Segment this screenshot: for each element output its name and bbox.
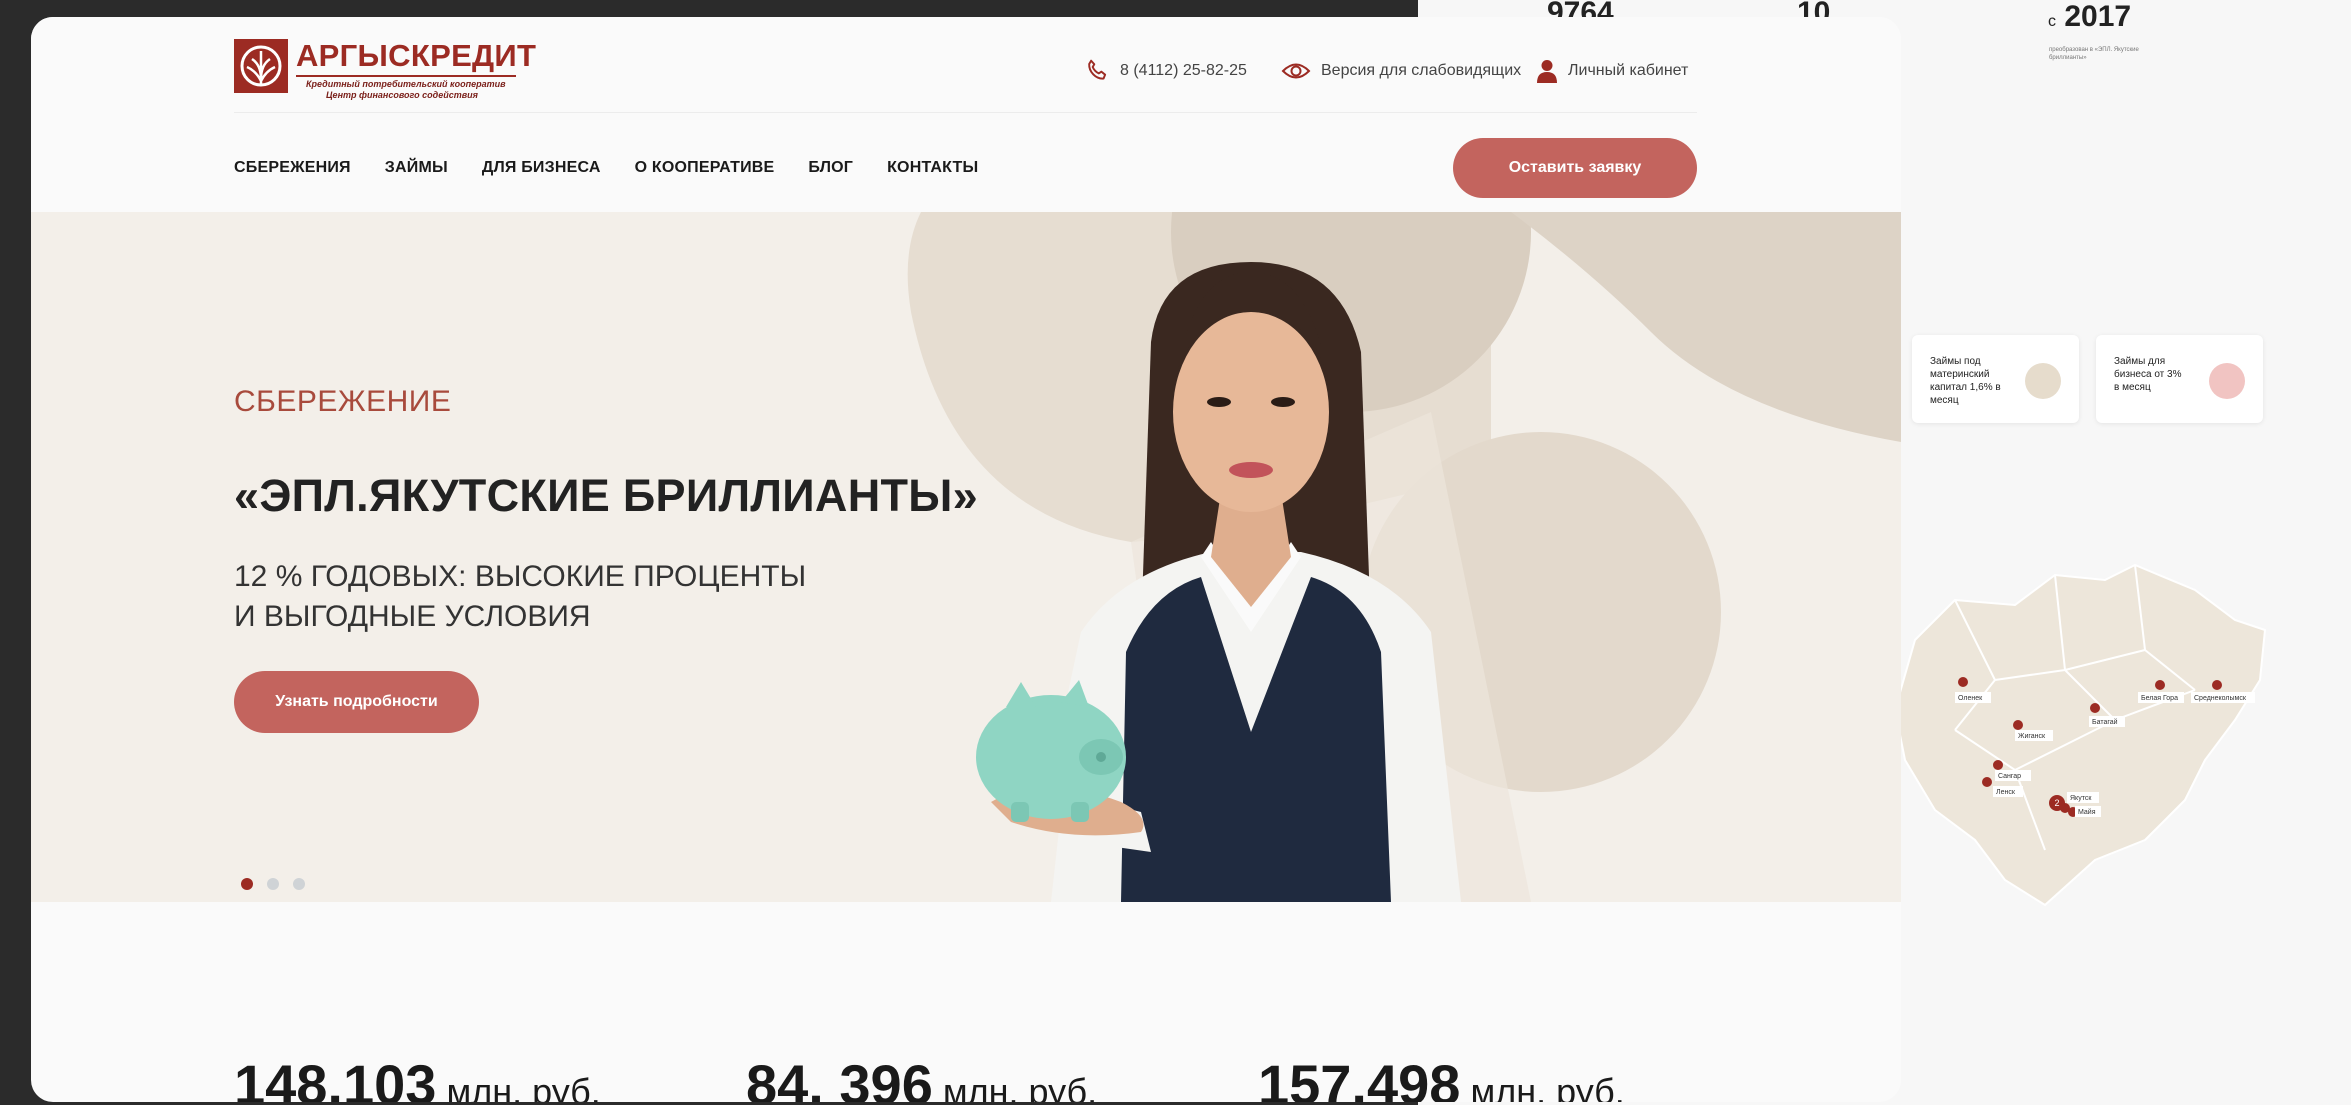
slider-dot-1[interactable] xyxy=(241,878,253,890)
since-year: 2017 xyxy=(2064,0,2132,33)
phone-link[interactable]: 8 (4112) 25-82-25 xyxy=(1084,59,1247,83)
stat-value: 157.498 xyxy=(1258,1053,1461,1102)
map-city: Оленек xyxy=(1958,695,1983,702)
stats-section: 148.103 млн. руб. 84. 396 млн. руб. 157.… xyxy=(234,1052,1625,1102)
eye-icon xyxy=(1281,63,1311,79)
background-since: с 2017 xyxy=(2048,0,2131,34)
since-prefix: с xyxy=(2048,13,2056,30)
service-card-text: Займы для бизнеса от 3% в месяц xyxy=(2114,356,2182,393)
personal-account-label: Личный кабинет xyxy=(1568,62,1689,79)
stat-unit: млн. руб. xyxy=(446,1071,601,1102)
map-badge: 2 xyxy=(2054,798,2059,808)
nav-item-savings[interactable]: СБЕРЕЖЕНИЯ xyxy=(234,159,351,177)
accessibility-version-label: Версия для слабовидящих xyxy=(1321,62,1522,79)
hero-photo-woman-with-piggy-bank xyxy=(976,262,1461,902)
map-city: Белая Гора xyxy=(2141,695,2178,702)
slider-dot-3[interactable] xyxy=(293,878,305,890)
document-icon xyxy=(2209,363,2245,399)
logo[interactable]: АРГЫСКРЕДИТ Кредитный потребительский ко… xyxy=(234,38,536,100)
nav-item-about[interactable]: О КООПЕРАТИВЕ xyxy=(635,159,775,177)
logo-subtitle: Кредитный потребительский кооператив xyxy=(306,79,506,89)
personal-account-link[interactable]: Личный кабинет xyxy=(1536,59,1688,83)
stat-value: 148.103 xyxy=(234,1053,437,1102)
service-card-business[interactable]: Займы для бизнеса от 3% в месяц xyxy=(2096,335,2263,423)
stat-item: 148.103 млн. руб. xyxy=(234,1052,746,1102)
logo-title: АРГЫСКРЕДИТ xyxy=(296,38,537,73)
nav-item-loans[interactable]: ЗАЙМЫ xyxy=(385,159,448,177)
map-city: Якутск xyxy=(2070,795,2092,802)
logo-mark-icon xyxy=(234,39,288,93)
map-city: Жиганск xyxy=(2018,733,2046,740)
hero-slider: СБЕРЕЖЕНИЕ «ЭПЛ.ЯКУТСКИЕ БРИЛЛИАНТЫ» 12 … xyxy=(31,212,1901,902)
nav-item-contacts[interactable]: КОНТАКТЫ xyxy=(887,159,978,177)
phone-icon xyxy=(1088,59,1107,80)
nav-item-blog[interactable]: БЛОГ xyxy=(808,159,853,177)
background-note: преобразован в «ЭПЛ. Якутские бриллианты… xyxy=(2049,47,2139,61)
nav-item-business[interactable]: ДЛЯ БИЗНЕСА xyxy=(482,159,601,177)
logo-subtitle: Центр финансового содействия xyxy=(326,90,478,100)
map-city: Батагай xyxy=(2092,718,2118,726)
map-city: Ленск xyxy=(1996,789,2016,796)
slider-dots xyxy=(241,878,305,890)
accessibility-version-link[interactable]: Версия для слабовидящих xyxy=(1281,59,1521,83)
coins-icon xyxy=(2025,363,2061,399)
header-divider xyxy=(234,112,1697,113)
logo-underline xyxy=(296,75,516,77)
stat-item: 157.498 млн. руб. xyxy=(1258,1052,1625,1102)
map-city: Майя xyxy=(2078,808,2096,816)
slider-dot-2[interactable] xyxy=(267,878,279,890)
user-icon xyxy=(1537,60,1557,83)
hero-kicker: СБЕРЕЖЕНИЕ xyxy=(234,385,452,418)
phone-number: 8 (4112) 25-82-25 xyxy=(1120,62,1247,79)
hero-title: «ЭПЛ.ЯКУТСКИЕ БРИЛЛИАНТЫ» xyxy=(234,470,978,521)
main-nav: СБЕРЕЖЕНИЯ ЗАЙМЫ ДЛЯ БИЗНЕСА О КООПЕРАТИ… xyxy=(234,159,978,177)
stat-unit: млн. руб. xyxy=(1470,1071,1625,1102)
map-city: Сангар xyxy=(1998,773,2021,780)
learn-more-button[interactable]: Узнать подробности xyxy=(234,671,479,733)
stat-value: 84. 396 xyxy=(746,1053,933,1102)
browser-window: АРГЫСКРЕДИТ Кредитный потребительский ко… xyxy=(31,17,1901,1102)
hero-subtitle: 12 % ГОДОВЫХ: ВЫСОКИЕ ПРОЦЕНТЫ И ВЫГОДНЫ… xyxy=(234,560,807,633)
yakutia-map: 2 Оленек Жиганск Батагай Белая Гора Сред… xyxy=(1895,563,2267,907)
stat-item: 84. 396 млн. руб. xyxy=(746,1052,1258,1102)
stat-unit: млн. руб. xyxy=(942,1071,1098,1102)
service-card-text: Займы под материнский капитал 1,6% в мес… xyxy=(1930,356,2001,406)
map-city: Среднеколымск xyxy=(2194,695,2247,702)
service-card-maternity[interactable]: Займы под материнский капитал 1,6% в мес… xyxy=(1912,335,2079,423)
site-header: АРГЫСКРЕДИТ Кредитный потребительский ко… xyxy=(31,17,1901,212)
apply-button[interactable]: Оставить заявку xyxy=(1453,138,1697,198)
